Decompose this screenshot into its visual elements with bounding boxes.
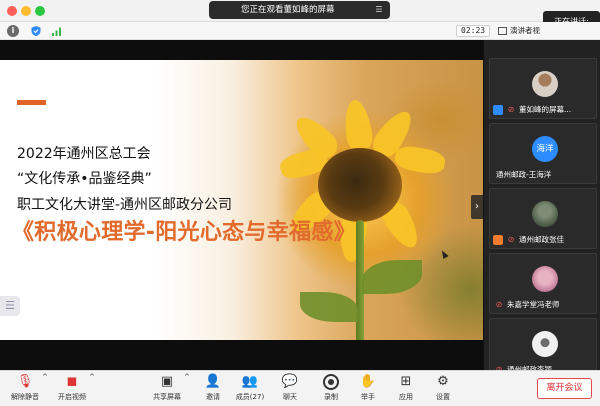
participant-gallery: ⊘ 董如峰的屏幕... 海洋 通州邮政-王海洋 ⊘ 通州邮政张佳 ⊘ 朱嘉学堂冯… (483, 40, 600, 379)
record-icon (323, 374, 339, 390)
participants-label: 成员(27) (235, 393, 265, 401)
sunflower-leaf (362, 260, 422, 294)
sunflower-leaf (300, 292, 358, 322)
invite-label: 邀请 (206, 393, 220, 401)
add-user-icon: 👤 (204, 374, 222, 389)
settings-label: 设置 (436, 393, 450, 401)
start-video-label: 开启视频 (58, 393, 86, 401)
record-button[interactable]: 录制 (320, 373, 342, 405)
share-screen-label: 共享屏幕 (153, 393, 181, 401)
close-window-button[interactable] (7, 6, 17, 16)
gear-icon: ⚙ (437, 374, 449, 389)
meeting-toolbar: 🎙 解除静音 ^ ◼ 开启视频 ^ ▣ 共享屏幕 ^ 👤 邀请 👥 成员(27)… (0, 370, 600, 406)
chat-bubble-icon: 💬 (281, 374, 299, 389)
participant-avatar: 海洋 (532, 136, 558, 162)
slide-main-title: 《积极心理学-阳光心态与幸福感》 (12, 220, 356, 245)
presentation-slide: 2022年通州区总工会 “文化传承•品鉴经典” 职工文化大讲堂-通州区邮政分公司… (0, 60, 483, 340)
leave-meeting-button[interactable]: 离开会议 (537, 378, 592, 399)
sunflower-petal (393, 143, 447, 177)
apps-button[interactable]: ⊞ 应用 (395, 373, 417, 405)
view-mode-button[interactable]: 演讲者视 (496, 24, 546, 38)
view-mode-label: 演讲者视 (510, 26, 540, 35)
participant-status-icon (493, 105, 503, 115)
unmute-button[interactable]: 🎙 解除静音 (6, 373, 44, 405)
participant-avatar (532, 201, 558, 227)
slide-heading-line3: 职工文化大讲堂-通州区邮政分公司 (17, 197, 233, 213)
sunflower-petal (341, 98, 375, 154)
window-title-bar: 您正在观看董如峰的屏幕 ☰ (0, 0, 600, 22)
participant-name: 朱嘉学堂冯老师 (507, 300, 560, 309)
participant-name: 董如峰的屏幕... (519, 105, 572, 114)
participant-tile[interactable]: ⊘ 董如峰的屏幕... (489, 58, 597, 119)
muted-mic-icon: ⊘ (507, 105, 515, 114)
record-label: 录制 (324, 393, 338, 401)
meeting-timer: 02:23 (456, 25, 491, 37)
participant-name: 通州邮政张佳 (519, 235, 564, 244)
muted-mic-icon: ⊘ (507, 235, 515, 244)
participant-status-icon (493, 235, 503, 245)
meeting-info-bar: i 02:23 演讲者视 (0, 22, 600, 40)
muted-mic-icon: ⊘ (495, 300, 503, 309)
encryption-shield-icon[interactable] (30, 25, 42, 37)
viewing-screen-label: 您正在观看董如峰的屏幕 (241, 5, 335, 15)
raise-hand-icon: ✋ (359, 374, 377, 389)
participants-icon: 👥 (241, 374, 259, 389)
participant-name: 通州邮政-王海洋 (496, 170, 552, 179)
slide-accent-bar (17, 100, 46, 105)
raise-hand-label: 举手 (361, 393, 375, 401)
chat-button[interactable]: 💬 聊天 (279, 373, 301, 405)
share-options-chevron-icon[interactable]: ^ (184, 373, 190, 405)
minimize-window-button[interactable] (21, 6, 31, 16)
invite-button[interactable]: 👤 邀请 (202, 373, 224, 405)
apps-label: 应用 (399, 393, 413, 401)
shared-screen-area[interactable]: 2022年通州区总工会 “文化传承•品鉴经典” 职工文化大讲堂-通州区邮政分公司… (0, 40, 483, 370)
video-off-icon: ◼ (66, 374, 78, 389)
share-screen-icon: ▣ (160, 374, 174, 389)
slide-heading-line2: “文化传承•品鉴经典” (17, 171, 152, 187)
participants-button[interactable]: 👥 成员(27) (235, 373, 265, 405)
muted-microphone-icon: 🎙 (16, 374, 34, 389)
sunflower-center (318, 148, 402, 222)
video-options-chevron-icon[interactable]: ^ (89, 373, 95, 405)
participant-avatar (532, 71, 558, 97)
participant-tile[interactable]: ⊘ 通州邮政张佳 (489, 188, 597, 249)
share-screen-button[interactable]: ▣ 共享屏幕 (150, 373, 184, 405)
fullscreen-window-button[interactable] (35, 6, 45, 16)
audio-options-chevron-icon[interactable]: ^ (42, 373, 48, 405)
slide-heading-line1: 2022年通州区总工会 (17, 146, 151, 162)
view-options-icon[interactable]: ☰ (373, 1, 385, 19)
participant-tile[interactable]: 海洋 通州邮政-王海洋 (489, 123, 597, 184)
collapse-gallery-chevron-icon[interactable]: › (471, 195, 483, 219)
unmute-label: 解除静音 (11, 393, 39, 401)
connection-signal-icon[interactable] (51, 25, 63, 37)
raise-hand-button[interactable]: ✋ 举手 (357, 373, 379, 405)
apps-grid-icon: ⊞ (400, 374, 412, 389)
view-grid-icon (498, 27, 507, 35)
viewing-screen-banner[interactable]: 您正在观看董如峰的屏幕 ☰ (209, 1, 390, 19)
participant-tile[interactable]: ⊘ 朱嘉学堂冯老师 (489, 253, 597, 314)
meeting-info-icon[interactable]: i (7, 25, 19, 37)
participant-avatar (532, 266, 558, 292)
start-video-button[interactable]: ◼ 开启视频 (54, 373, 90, 405)
participant-avatar (532, 331, 558, 357)
side-menu-tab-icon[interactable]: ☰ (0, 296, 20, 316)
mouse-pointer-icon (439, 249, 449, 259)
chat-label: 聊天 (283, 393, 297, 401)
settings-button[interactable]: ⚙ 设置 (432, 373, 454, 405)
